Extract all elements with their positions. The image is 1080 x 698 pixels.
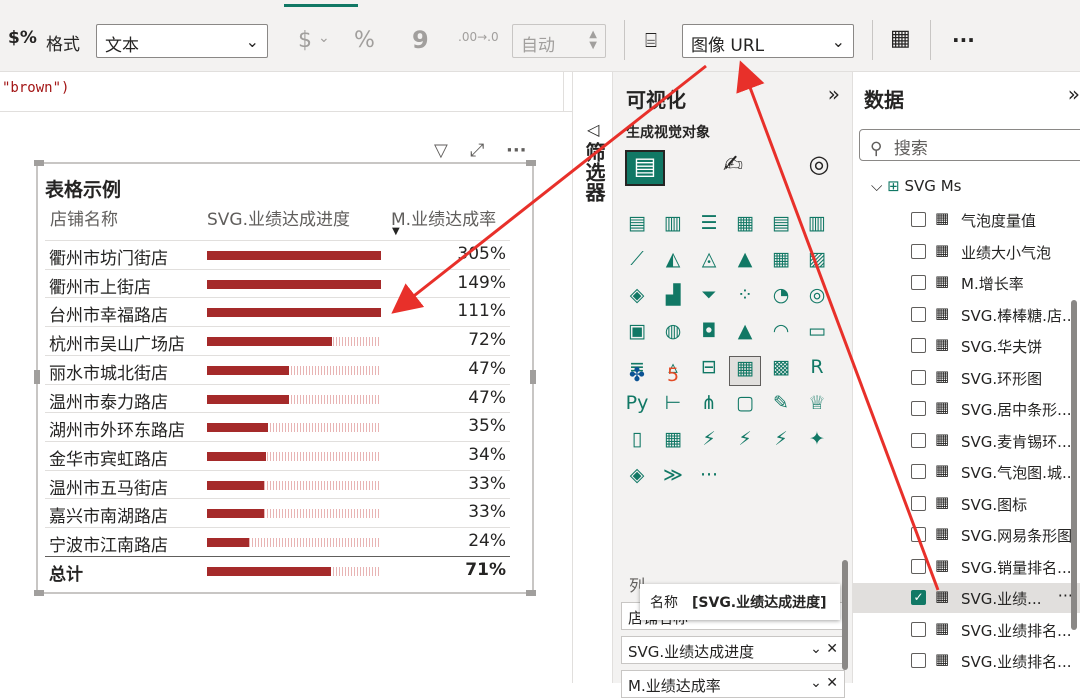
arrow-to-table [391,64,707,314]
arrow-to-category [736,60,940,591]
annotation-arrows [391,60,940,591]
